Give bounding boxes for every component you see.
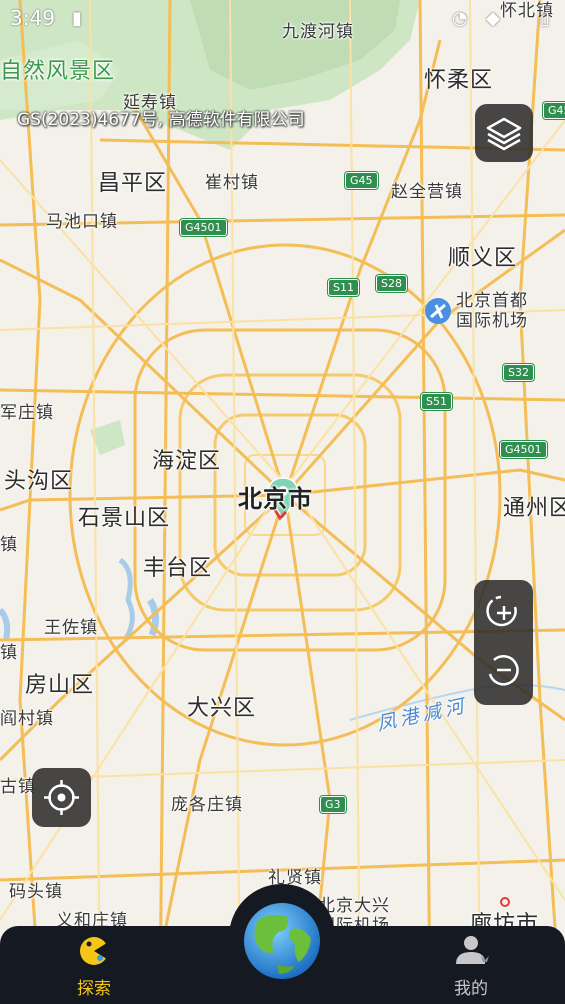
place-label: 昌平区 [98,171,168,196]
nav-mine-label: 我的 [454,979,488,999]
place-label: 顺义区 [448,246,518,271]
locate-icon [44,780,79,815]
place-label: 大兴区 [187,696,257,721]
place-label: 镇 [0,535,18,555]
place-label: 码头镇 [9,882,63,902]
place-label: 头沟区 [4,469,74,494]
layers-icon [486,117,522,151]
globe-icon [244,903,320,979]
place-label: 军庄镇 [0,403,54,423]
user-icon [456,936,489,964]
map-copyright: GS(2023)4677号, 高德软件有限公司 [17,110,305,130]
road-shield: S28 [376,275,407,292]
vpn-icon: ◔ [452,8,468,29]
place-label: 庞各庄镇 [171,795,243,815]
status-bar: 3:49 ▮ ◔ ◆ ▯ [0,0,565,36]
layers-button[interactable] [475,104,533,162]
road-shield: G4501 [500,441,547,458]
place-label: 古镇 [0,777,36,797]
place-label: 怀柔区 [424,68,494,93]
locate-button[interactable] [32,768,91,827]
explore-icon [80,937,110,965]
zoom-in-button[interactable] [474,580,533,642]
road-shield: S11 [328,279,359,296]
place-label: 镇 [0,643,18,663]
place-label: 丰台区 [143,556,213,581]
place-label: 海淀区 [152,449,222,474]
road-shield: S51 [421,393,452,410]
zoom-in-icon [486,595,517,627]
place-label: 北京市 [238,485,313,513]
place-label: 王佐镇 [44,618,98,638]
road-shield: G4501 [180,219,227,236]
place-label: 阎村镇 [0,709,54,729]
nav-explore-label: 探索 [77,979,111,999]
road-shield: G45 [543,102,565,119]
place-label: 马池口镇 [46,212,118,232]
status-time: 3:49 [10,6,55,30]
zoom-out-icon [488,655,519,686]
zoom-out-button[interactable] [474,642,533,704]
nav-explore[interactable]: 探索 [34,926,154,1004]
battery-icon: ▯ [540,8,550,29]
nav-mine[interactable]: 我的 [411,926,531,1004]
road-shield: G45 [345,172,378,189]
place-label: 自然风景区 [0,59,116,84]
notification-icon: ▮ [72,8,82,29]
globe-button[interactable] [229,884,335,990]
zoom-controls [474,580,533,705]
place-label: 石景山区 [78,506,171,531]
place-label: 崔村镇 [205,173,259,193]
place-label: 赵全营镇 [391,182,463,202]
road-shield: G3 [320,796,346,813]
road-shield: S32 [503,364,534,381]
place-label: 房山区 [25,673,95,698]
wifi-icon: ◆ [486,8,500,29]
place-label: 通州区 [503,496,565,521]
place-label: 北京首都 国际机场 [456,291,528,331]
